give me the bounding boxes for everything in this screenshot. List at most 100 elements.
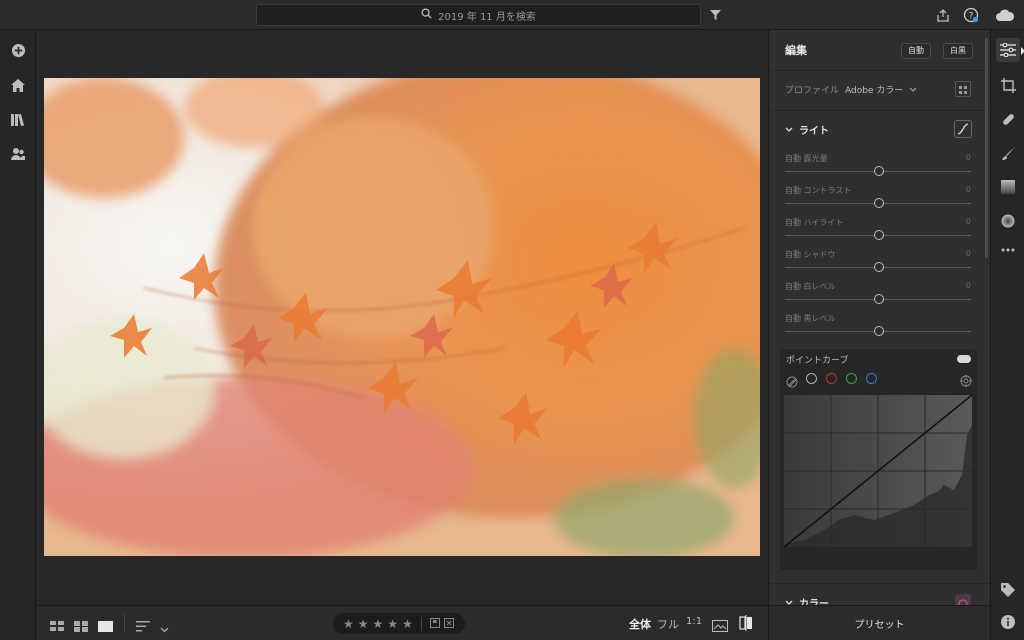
- rgb-channel-button[interactable]: [806, 373, 817, 384]
- point-curve-toggle[interactable]: [957, 355, 971, 363]
- view-1to1-button[interactable]: 1:1: [686, 616, 702, 627]
- more-icon[interactable]: [996, 238, 1020, 262]
- slider-knob[interactable]: [874, 326, 884, 336]
- tool-rail: [990, 30, 1024, 640]
- slider-knob[interactable]: [874, 198, 884, 208]
- cloud-icon[interactable]: [994, 6, 1016, 24]
- bottom-toolbar: ★ ★ ★ ★ ★ 全体 フル 1:1: [36, 605, 768, 640]
- grid-large-icon[interactable]: [74, 617, 88, 636]
- photo-canvas: [36, 30, 768, 605]
- star-icon[interactable]: ★: [358, 617, 369, 631]
- library-icon[interactable]: [8, 109, 28, 129]
- profile-value[interactable]: Adobe カラー: [845, 83, 903, 96]
- profile-selector[interactable]: プロファイル Adobe カラー: [785, 83, 917, 96]
- light-section-title: ライト: [799, 126, 829, 137]
- star-rating[interactable]: ★ ★ ★ ★ ★: [333, 613, 465, 634]
- grid-small-icon[interactable]: [50, 617, 64, 636]
- black-white-button[interactable]: 白黒: [943, 43, 973, 59]
- red-channel-button[interactable]: [826, 373, 837, 384]
- chevron-down-icon[interactable]: [909, 85, 917, 95]
- color-mixer-icon[interactable]: [955, 594, 971, 605]
- toolbar-divider: [124, 614, 125, 632]
- single-view-icon[interactable]: [98, 617, 113, 636]
- view-fill-button[interactable]: フル: [657, 616, 679, 632]
- compare-icon[interactable]: [712, 617, 728, 636]
- light-section-header[interactable]: ライト: [785, 122, 829, 137]
- slider-label: 自動 ハイライト: [785, 218, 844, 227]
- panel-scrollbar[interactable]: [985, 38, 988, 258]
- add-photos-icon[interactable]: [8, 40, 28, 60]
- sort-icon[interactable]: [136, 617, 150, 636]
- slider-value: 0: [965, 185, 971, 194]
- flag-pick-icon[interactable]: [429, 617, 440, 631]
- panel-divider: [769, 583, 990, 584]
- left-rail: [0, 30, 36, 640]
- rating-divider: [420, 616, 422, 631]
- autumn-maple-photo[interactable]: [44, 78, 760, 556]
- whites-slider[interactable]: 自動 白レベル 0: [785, 281, 971, 307]
- search-placeholder: 2019 年 11 月を検索: [438, 11, 536, 23]
- tag-icon[interactable]: [996, 578, 1020, 602]
- highlights-slider[interactable]: 自動 ハイライト 0: [785, 217, 971, 243]
- color-section-header[interactable]: カラー: [785, 595, 829, 605]
- star-icon[interactable]: ★: [373, 617, 384, 631]
- before-after-icon[interactable]: [739, 615, 753, 635]
- curve-graph[interactable]: [783, 394, 973, 548]
- parametric-curve-icon[interactable]: [786, 373, 798, 392]
- linear-gradient-icon[interactable]: [996, 175, 1020, 199]
- help-icon[interactable]: ?: [962, 6, 980, 24]
- star-icon[interactable]: ★: [402, 617, 413, 631]
- slider-label: 自動 コントラスト: [785, 186, 852, 195]
- radial-gradient-icon[interactable]: [996, 209, 1020, 233]
- slider-value: 0: [965, 281, 971, 290]
- top-bar: 2019 年 11 月を検索 ?: [0, 0, 1024, 30]
- slider-knob[interactable]: [874, 166, 884, 176]
- edit-panel-title: 編集: [785, 44, 807, 57]
- point-curve-title: ポイントカーブ: [786, 356, 849, 366]
- green-channel-button[interactable]: [846, 373, 857, 384]
- view-fit-button[interactable]: 全体: [629, 616, 651, 632]
- flag-reject-icon[interactable]: [443, 617, 454, 631]
- slider-knob[interactable]: [874, 230, 884, 240]
- slider-value: 0: [965, 153, 971, 162]
- search-input[interactable]: 2019 年 11 月を検索: [256, 4, 701, 26]
- chevron-down-icon[interactable]: [160, 618, 169, 637]
- slider-label: 自動 シャドウ: [785, 250, 836, 259]
- people-icon[interactable]: [8, 143, 28, 163]
- contrast-slider[interactable]: 自動 コントラスト 0: [785, 185, 971, 211]
- blacks-slider[interactable]: 自動 黒レベル: [785, 313, 971, 339]
- slider-knob[interactable]: [874, 262, 884, 272]
- auto-button[interactable]: 自動: [901, 43, 931, 59]
- search-icon: [421, 8, 432, 22]
- panel-divider: [769, 110, 990, 111]
- star-icon[interactable]: ★: [387, 617, 398, 631]
- home-icon[interactable]: [8, 75, 28, 95]
- exposure-slider[interactable]: 自動 露光量 0: [785, 153, 971, 179]
- shadows-slider[interactable]: 自動 シャドウ 0: [785, 249, 971, 275]
- blue-channel-button[interactable]: [866, 373, 877, 384]
- slider-value: 0: [965, 249, 971, 258]
- chevron-down-icon: [785, 597, 793, 605]
- svg-text:?: ?: [969, 12, 974, 22]
- tone-curve-toggle-icon[interactable]: [954, 120, 972, 138]
- crop-icon[interactable]: [996, 73, 1020, 97]
- healing-icon[interactable]: [996, 107, 1020, 131]
- point-curve-panel: ポイントカーブ: [780, 349, 977, 570]
- slider-value: 0: [965, 217, 971, 226]
- slider-knob[interactable]: [874, 294, 884, 304]
- info-icon[interactable]: [996, 610, 1020, 634]
- brush-icon[interactable]: [996, 141, 1020, 165]
- presets-button[interactable]: プリセット: [768, 605, 990, 640]
- chevron-down-icon: [785, 124, 793, 135]
- share-icon[interactable]: [934, 6, 952, 24]
- star-icon[interactable]: ★: [343, 617, 354, 631]
- edit-panel: 編集 自動 白黒 プロファイル Adobe カラー ライト 自動 露光量 0 自…: [768, 30, 990, 605]
- profile-browser-icon[interactable]: [955, 81, 971, 97]
- app-window: 2019 年 11 月を検索 ? ★ ★ ★ ★ ★ 全体 フル 1:1 編集 …: [0, 0, 1024, 640]
- edit-sliders-icon[interactable]: [996, 38, 1020, 62]
- filter-icon[interactable]: [706, 6, 724, 24]
- panel-divider: [769, 70, 990, 71]
- color-section-title: カラー: [799, 599, 829, 605]
- target-adjust-icon[interactable]: [960, 372, 972, 391]
- slider-label: 自動 黒レベル: [785, 314, 836, 323]
